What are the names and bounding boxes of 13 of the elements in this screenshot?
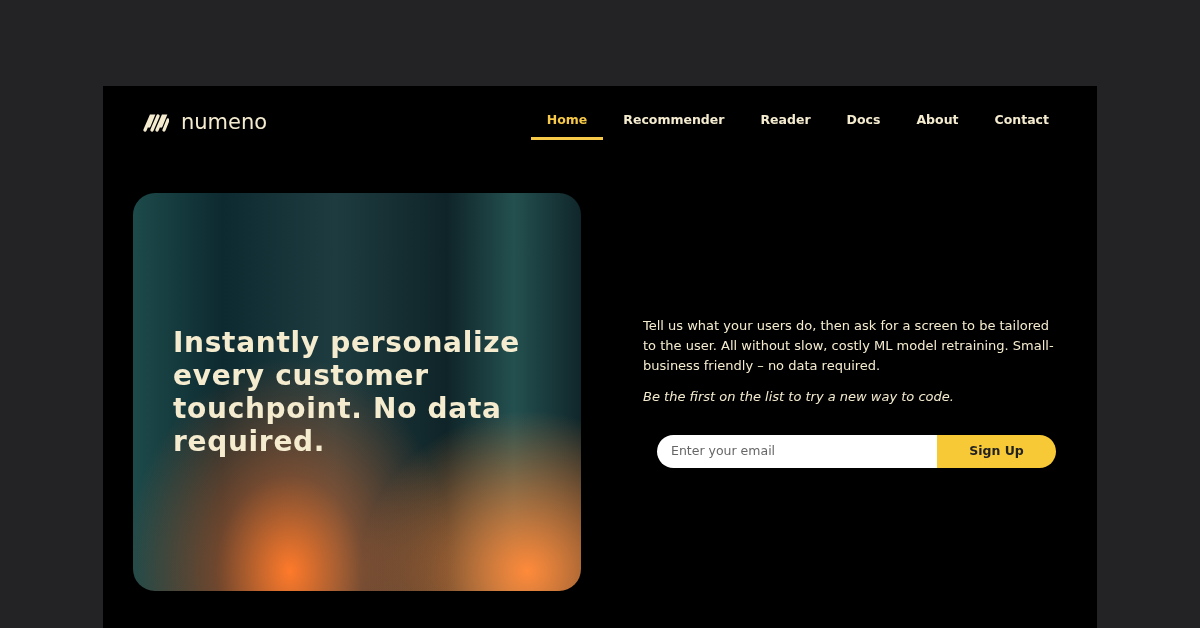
nav-link[interactable]: Contact [978,104,1065,140]
nav-link[interactable]: Home [530,104,604,140]
logo-icon [143,112,169,132]
hero-headline: Instantly personalize every customer touchpoint. No data required. [173,326,521,458]
email-field[interactable]: Enter your email [657,434,937,468]
nav-link[interactable]: Reader [744,104,827,140]
nav-link[interactable]: Recommender [607,104,741,140]
hero-tagline: Be the first on the list to try a new way to code. [643,388,955,407]
sign-up-button[interactable]: Sign Up [937,434,1056,468]
nav-link[interactable]: Docs [830,104,897,140]
brand-name: numeno [181,111,268,133]
hero-description: Tell us what your users do, then ask for a screen to be tailored to the user. All without slow, costly ML model retraining. Small-business friendly – no data required. [643,317,1055,376]
nav-link[interactable]: About [900,104,975,140]
